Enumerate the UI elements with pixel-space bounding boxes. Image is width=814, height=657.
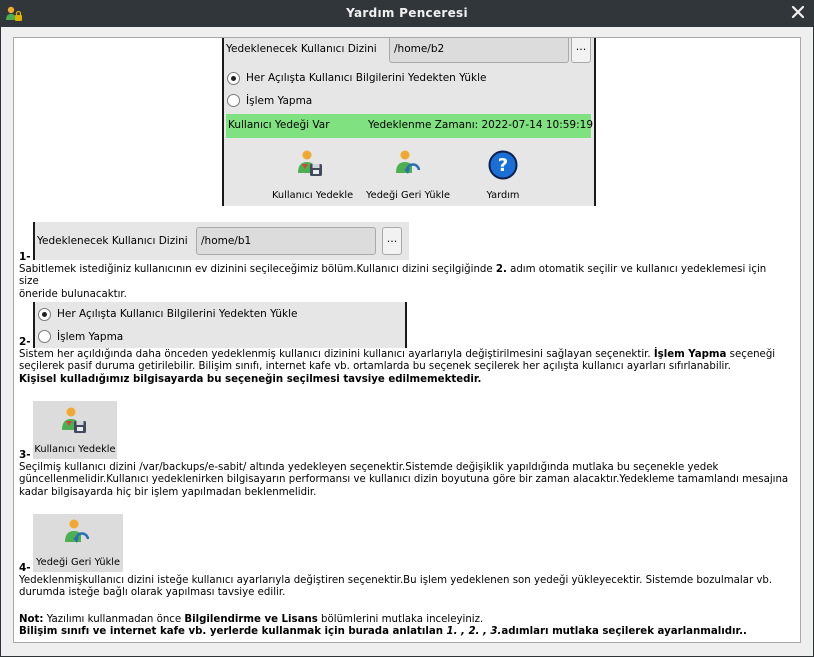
status-backup-time: Yedeklenme Zamanı: 2022-07-14 10:59:19 (368, 119, 593, 131)
note-label: Not: (19, 614, 44, 625)
step4-number: 4- (19, 562, 31, 574)
radio-no-action[interactable] (227, 94, 240, 107)
step2-text-bold: İşlem Yapma (653, 349, 727, 360)
note-text-b: bölümlerini mutlaka inceleyiniz. (317, 614, 484, 625)
step2-border-left (33, 302, 35, 348)
step1-description: Sabitlemek istediğiniz kullanıcının ev d… (19, 264, 789, 301)
step2-text-d: Kişisel kulladığımız bilgisayarda bu seç… (19, 373, 482, 385)
step1-dir-label: Yedeklenecek Kullanıcı Dizini (37, 235, 188, 247)
panel-border-left (222, 38, 224, 206)
note-line2-italic: 1. , 2. , 3. (446, 626, 502, 638)
help-icon: ? (488, 150, 518, 183)
step1-text-bold: 2. (495, 264, 507, 275)
step1-number: 1- (19, 251, 31, 263)
dir-label: Yedeklenecek Kullanıcı Dizini (226, 43, 377, 55)
step4-restore-button[interactable]: Yedeği Geri Yükle (33, 514, 123, 572)
help-button-label[interactable]: Yardım (473, 190, 533, 201)
backup-button-label[interactable]: Kullanıcı Yedekle (272, 190, 353, 201)
help-content[interactable]: Yedeklenecek Kullanıcı Dizini /home/b2 .… (13, 37, 801, 643)
step1-text-a: Sabitlemek istediğiniz kullanıcının ev d… (19, 264, 496, 275)
step1-border-left (33, 222, 35, 260)
step1-preview: Yedeklenecek Kullanıcı Dizini /home/b1 .… (33, 222, 409, 260)
step2-number: 2- (19, 336, 31, 348)
step4-text-a: Yedeklenmişkullanıcı dizini isteğe kulla… (19, 575, 773, 586)
dir-input[interactable]: /home/b2 (389, 38, 569, 63)
close-icon[interactable] (790, 4, 806, 20)
step4-description: Yedeklenmişkullanıcı dizini isteğe kulla… (19, 575, 789, 600)
step4-text-b: durumda isteğe bağlı olarak yapılması ta… (19, 587, 286, 599)
step2-text-b: seçeneği (726, 349, 776, 360)
step1-text-c: öneride bulunacaktır. (19, 288, 127, 300)
note-bold-a: Bilgilendirme ve Lisans (184, 614, 318, 625)
step3-backup-button[interactable]: Kullanıcı Yedekle (33, 401, 117, 459)
step3-text-b: güncellenmelidir.Kullanıcı yedeklenirken… (19, 474, 789, 486)
window-body: Yedeklenecek Kullanıcı Dizini /home/b2 .… (1, 27, 813, 656)
window-title: Yardım Penceresi (346, 6, 468, 20)
radio-restore-label: Her Açılışta Kullanıcı Bilgilerini Yedek… (246, 72, 487, 84)
note-line2-b: adımları mutlaka seçilerek ayarlanmalıdı… (501, 626, 747, 638)
step2-radio-no-action-label: İşlem Yapma (57, 331, 124, 343)
title-bar: Yardım Penceresi (0, 0, 814, 27)
radio-restore-on-boot[interactable] (227, 72, 240, 85)
step2-radio-no-action[interactable] (38, 330, 51, 343)
step2-border-right (405, 302, 407, 348)
main-panel-preview: Yedeklenecek Kullanıcı Dizini /home/b2 .… (222, 38, 596, 206)
step3-user-backup-icon (60, 406, 88, 437)
step3-number: 3- (19, 449, 31, 461)
restore-button-label[interactable]: Yedeği Geri Yükle (365, 190, 451, 201)
step3-button-label: Kullanıcı Yedekle (34, 444, 116, 455)
step3-description: Seçilmiş kullanıcı dizini /var/backups/e… (19, 462, 789, 499)
step2-text-c: seçilerek pasif duruma getirilebilir. Bi… (19, 361, 731, 373)
step1-browse-button[interactable]: ... (382, 227, 402, 255)
svg-text:?: ? (498, 155, 508, 176)
step3-text-a: Seçilmiş kullanıcı dizini /var/backups/e… (19, 462, 719, 473)
user-backup-icon (296, 149, 324, 180)
step3-text-c: kadar bilgisayarda hiç bir işlem yapılma… (19, 486, 317, 498)
step2-text-a: Sistem her açıldığında daha önceden yede… (19, 349, 654, 360)
panel-border-right (594, 38, 596, 206)
browse-button[interactable]: ... (571, 38, 591, 63)
step2-radio-restore[interactable] (38, 308, 51, 321)
status-backup-exists: Kullanıcı Yedeği Var (228, 119, 330, 131)
step1-dir-input[interactable]: /home/b1 (196, 227, 376, 255)
note-text-a: Yazılımı kullanmadan önce (43, 614, 185, 625)
step2-description: Sistem her açıldığında daha önceden yede… (19, 349, 789, 386)
step2-preview: Her Açılışta Kullanıcı Bilgilerini Yedek… (33, 302, 407, 348)
note: Not: Yazılımı kullanmadan önce Bilgilend… (19, 614, 789, 639)
user-restore-icon (394, 149, 422, 180)
step4-button-label: Yedeği Geri Yükle (36, 557, 120, 568)
step2-radio-restore-label: Her Açılışta Kullanıcı Bilgilerini Yedek… (57, 308, 298, 320)
note-line2-a: Bilişim sınıfı ve internet kafe vb. yerl… (19, 626, 447, 638)
step4-user-restore-icon (63, 518, 91, 549)
radio-no-action-label: İşlem Yapma (246, 95, 313, 107)
